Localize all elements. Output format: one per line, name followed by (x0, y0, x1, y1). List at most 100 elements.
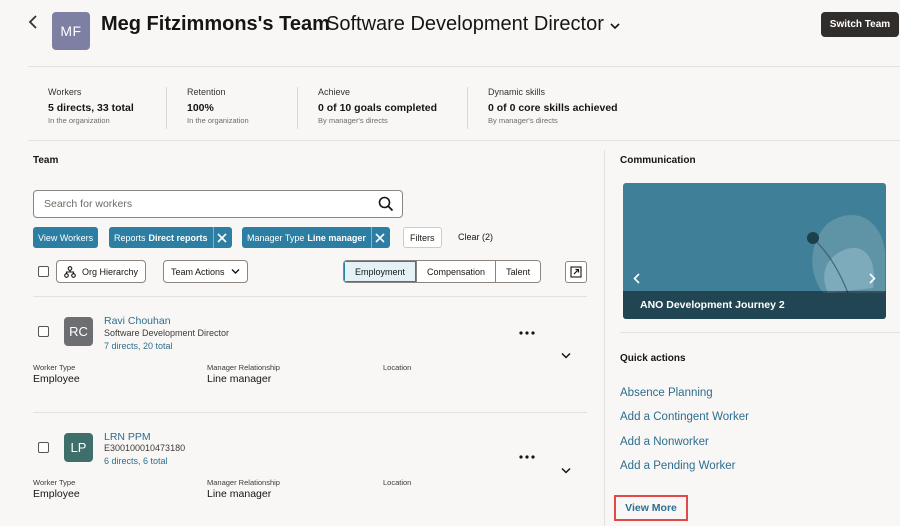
metric-value: 0 of 0 core skills achieved (488, 102, 618, 114)
carousel-next-icon[interactable] (869, 273, 876, 287)
metric-sub: By manager's directs (318, 116, 388, 125)
quick-action-absence-planning[interactable]: Absence Planning (620, 387, 713, 399)
card-caption: ANO Development Journey 2 (623, 291, 886, 319)
role-selector[interactable]: Software Development Director (326, 13, 620, 36)
quick-action-add-nonworker[interactable]: Add a Nonworker (620, 436, 709, 448)
worker-name-link[interactable]: LRN PPM (104, 431, 151, 443)
communication-title: Communication (620, 155, 696, 166)
manager-relationship-label: Manager Relationship (207, 478, 280, 487)
metric-workers: Workers 5 directs, 33 total In the organ… (28, 87, 134, 129)
worker-name-link[interactable]: Ravi Chouhan (104, 315, 171, 327)
metric-achieve: Achieve 0 of 10 goals completed By manag… (297, 87, 437, 129)
row-divider (33, 296, 587, 297)
chip-label: Reports (114, 232, 146, 243)
expand-button[interactable] (565, 261, 587, 283)
search-input[interactable] (34, 191, 364, 217)
close-icon[interactable] (375, 232, 385, 243)
metric-dynamic-skills: Dynamic skills 0 of 0 core skills achiev… (467, 87, 618, 129)
quick-action-add-contingent-worker[interactable]: Add a Contingent Worker (620, 411, 749, 423)
chevron-down-icon (561, 467, 571, 474)
hierarchy-icon (64, 265, 76, 278)
more-actions-button[interactable] (519, 446, 535, 462)
worker-directs-link[interactable]: 7 directs, 20 total (104, 341, 173, 351)
avatar: RC (64, 317, 93, 346)
chip-label: View Workers (38, 232, 94, 243)
team-avatar: MF (52, 12, 90, 50)
chevron-down-icon (231, 269, 240, 274)
metric-sub: By manager's directs (488, 116, 558, 125)
chevron-down-icon (610, 23, 620, 30)
chevron-down-icon (561, 352, 571, 359)
metric-retention: Retention 100% In the organization (166, 87, 249, 129)
metric-sub: In the organization (187, 116, 249, 125)
worker-type-value: Employee (33, 373, 80, 385)
worker-type-label: Worker Type (33, 363, 76, 372)
metric-label: Workers (48, 87, 82, 97)
select-all-checkbox[interactable] (38, 266, 49, 277)
chevron-left-icon (28, 15, 37, 29)
metric-label: Dynamic skills (488, 87, 546, 97)
switch-team-button[interactable]: Switch Team (821, 12, 899, 37)
metric-value: 5 directs, 33 total (48, 102, 134, 114)
expand-icon (570, 266, 582, 278)
ellipsis-icon (519, 331, 535, 335)
location-label: Location (383, 363, 412, 372)
ellipsis-icon (519, 455, 535, 459)
metric-label: Retention (187, 87, 226, 97)
chip-label: Manager Type (247, 232, 305, 243)
expand-row-button[interactable] (561, 351, 571, 362)
worker-title: E300100010473180 (104, 443, 186, 453)
team-actions-label: Team Actions (171, 266, 225, 277)
manager-type-filter-chip[interactable]: Manager Type Line manager (242, 227, 390, 248)
location-label: Location (383, 478, 412, 487)
right-divider (620, 332, 900, 333)
manager-relationship-value: Line manager (207, 373, 272, 385)
page-title: Meg Fitzimmons's Team (101, 13, 330, 35)
header-divider (28, 66, 900, 67)
chip-value: Line manager (307, 232, 366, 243)
team-section-title: Team (33, 155, 59, 166)
row-divider (33, 412, 587, 413)
search-icon[interactable] (378, 196, 394, 212)
worker-type-label: Worker Type (33, 478, 76, 487)
worker-directs-link[interactable]: 6 directs, 6 total (104, 456, 168, 466)
back-button[interactable] (28, 14, 44, 34)
view-more-link[interactable]: View More (614, 495, 688, 521)
view-tabs: Employment Compensation Talent (343, 260, 542, 283)
metric-value: 100% (187, 102, 214, 114)
worker-title: Software Development Director (104, 328, 230, 338)
org-hierarchy-button[interactable]: Org Hierarchy (56, 260, 147, 283)
metric-label: Achieve (318, 87, 351, 97)
tab-talent[interactable]: Talent (495, 261, 541, 282)
worker-search[interactable] (33, 190, 403, 218)
reports-filter-chip[interactable]: Reports Direct reports (109, 227, 232, 248)
role-selector-label: Software Development Director (326, 13, 604, 35)
expand-row-button[interactable] (561, 466, 571, 477)
tab-compensation[interactable]: Compensation (416, 261, 496, 282)
avatar: LP (64, 433, 93, 462)
close-icon[interactable] (216, 232, 227, 243)
communication-card[interactable]: ANO Development Journey 2 (623, 183, 886, 319)
worker-type-value: Employee (33, 488, 80, 500)
manager-relationship-label: Manager Relationship (207, 363, 280, 372)
row-checkbox[interactable] (38, 326, 49, 337)
quick-action-add-pending-worker[interactable]: Add a Pending Worker (620, 460, 736, 472)
carousel-prev-icon[interactable] (633, 273, 640, 287)
tab-employment[interactable]: Employment (344, 261, 417, 282)
quick-actions-title: Quick actions (620, 353, 686, 364)
chip-value: Direct reports (148, 232, 208, 243)
metrics-divider (28, 140, 900, 141)
row-checkbox[interactable] (38, 442, 49, 453)
metric-value: 0 of 10 goals completed (318, 102, 438, 114)
filters-button[interactable]: Filters (403, 227, 442, 248)
team-actions-button[interactable]: Team Actions (163, 260, 248, 283)
manager-relationship-value: Line manager (207, 488, 272, 500)
more-actions-button[interactable] (519, 322, 535, 338)
metric-sub: In the organization (48, 116, 110, 125)
chip-separator (370, 227, 372, 248)
view-workers-chip[interactable]: View Workers (33, 227, 99, 248)
column-divider (604, 150, 605, 526)
org-hierarchy-label: Org Hierarchy (82, 266, 139, 277)
clear-filters-button[interactable]: Clear (2) (458, 232, 493, 242)
chip-separator (212, 227, 214, 248)
